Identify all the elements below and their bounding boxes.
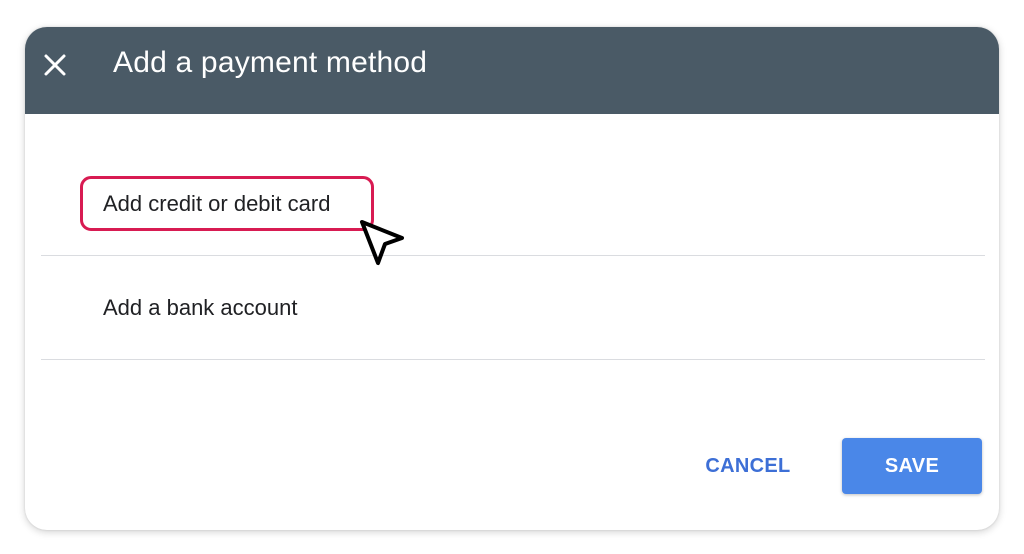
save-button[interactable]: SAVE bbox=[842, 438, 982, 494]
close-button[interactable] bbox=[39, 49, 71, 81]
add-bank-account-option[interactable]: Add a bank account bbox=[103, 294, 297, 322]
mouse-pointer-icon bbox=[358, 218, 408, 270]
dialog-title: Add a payment method bbox=[113, 46, 428, 79]
payment-method-dialog: Add a payment method Add credit or debit… bbox=[25, 27, 999, 530]
cancel-button[interactable]: CANCEL bbox=[687, 448, 809, 484]
close-icon bbox=[39, 49, 71, 81]
dialog-header: Add a payment method bbox=[25, 27, 999, 114]
add-credit-card-option[interactable]: Add credit or debit card bbox=[103, 190, 330, 218]
divider bbox=[41, 359, 985, 360]
divider bbox=[41, 255, 985, 256]
